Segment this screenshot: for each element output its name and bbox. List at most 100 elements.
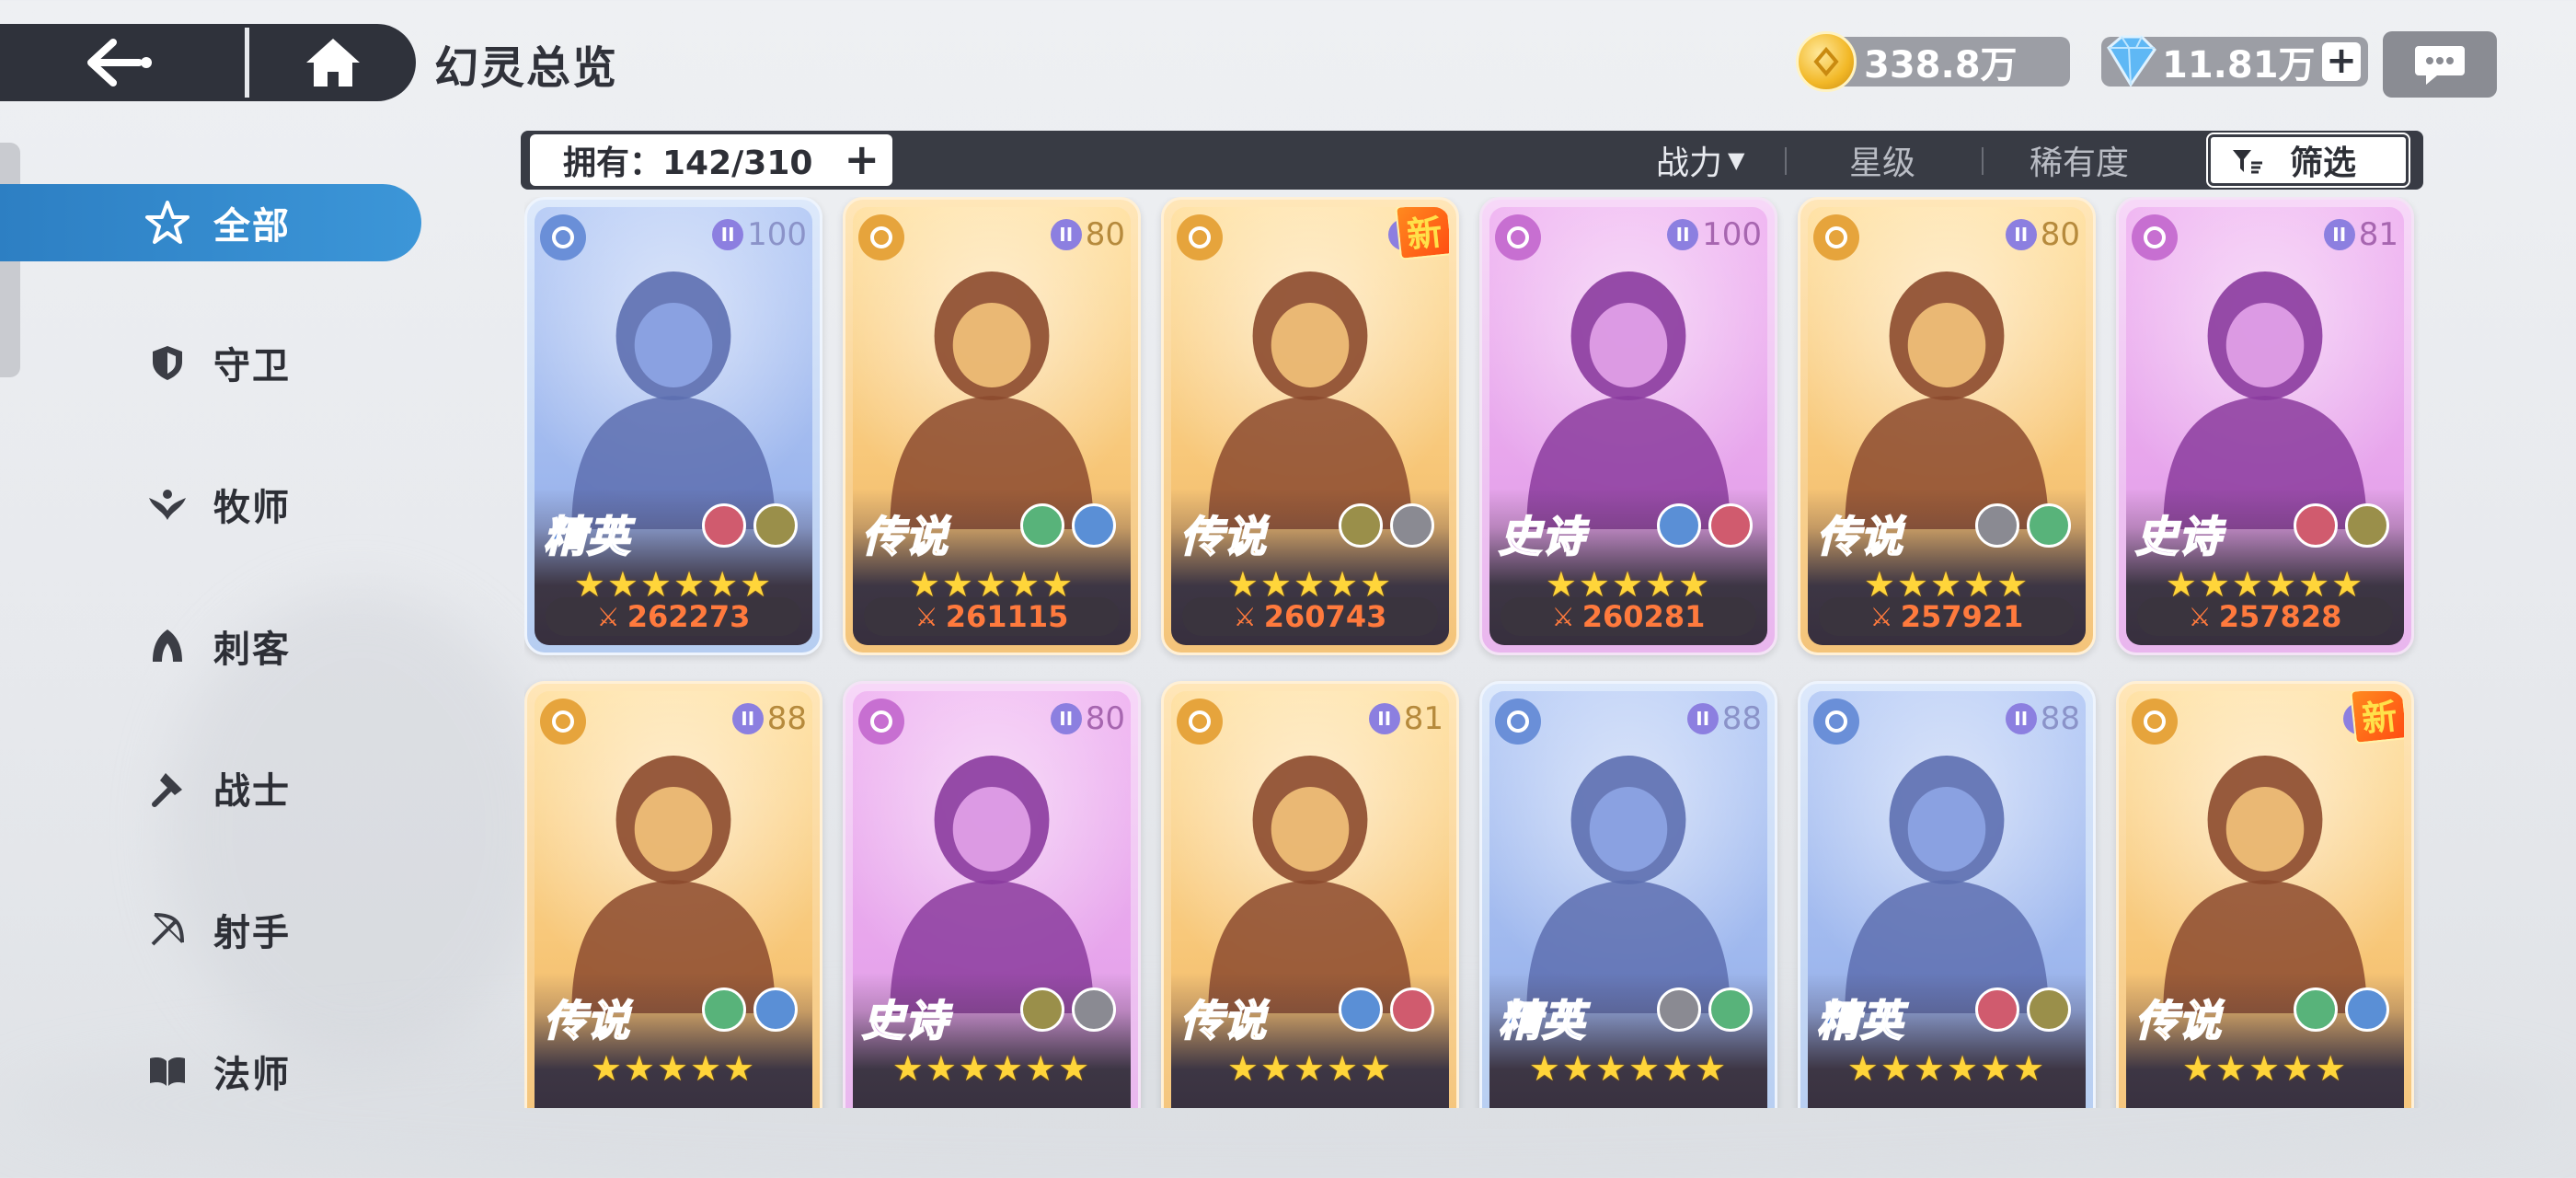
star-rating: ★★★★★ xyxy=(2181,1048,2349,1089)
sidebar-item-assassin[interactable]: 刺客 xyxy=(0,607,421,685)
element-icon xyxy=(1657,503,1701,548)
sidebar-item-mage[interactable]: 法师 xyxy=(0,1033,421,1110)
expand-capacity-button[interactable]: + xyxy=(844,136,880,182)
warrior-axe-icon xyxy=(144,764,191,812)
element-icon xyxy=(1975,503,2019,548)
level-icon: II xyxy=(712,219,744,250)
hero-level: II 100 xyxy=(1667,216,1762,253)
hero-level: II 100 xyxy=(712,216,807,253)
back-button[interactable] xyxy=(0,24,245,101)
hero-card[interactable]: II 81 传说 ★★★★★ xyxy=(1161,681,1459,1108)
hero-card[interactable]: II 8 新 传说 ★★★★★ ⚔260743 xyxy=(1161,197,1459,655)
hero-level: II 81 xyxy=(2323,216,2398,253)
combat-power-value: 262273 xyxy=(627,599,751,634)
sort-by-rarity[interactable]: 稀有度 xyxy=(2030,138,2129,182)
element-icon xyxy=(2294,987,2338,1032)
hero-card-frame: II 88 传说 ★★★★★ xyxy=(535,691,812,1108)
level-icon: II xyxy=(2005,219,2037,250)
hero-level-value: 88 xyxy=(1721,700,1762,737)
hero-level: II 88 xyxy=(2005,700,2080,737)
sidebar-item-priest[interactable]: 牧师 xyxy=(0,466,421,543)
bow-icon xyxy=(144,906,191,953)
hero-card[interactable]: II 80 史诗 ★★★★★★ xyxy=(843,681,1141,1108)
spellbook-icon xyxy=(1495,214,1541,260)
sidebar-item-warrior[interactable]: 战士 xyxy=(0,749,421,826)
gold-value: 338.8万 xyxy=(1864,44,2018,87)
rarity-label: 传说 xyxy=(543,995,630,1046)
owned-counter[interactable]: 拥有：142/310 + xyxy=(530,134,892,186)
combat-power: ⚔ 257828 xyxy=(2137,597,2393,636)
hero-card-frame: II 100 史诗 ★★★★★ ⚔ 260281 xyxy=(1489,207,1767,645)
hero-card-frame: II 8 新 传说 ★★★★★ ⚔260743 xyxy=(1171,207,1449,645)
level-icon: II xyxy=(2005,703,2037,734)
hero-card[interactable]: II 88 传说 ★★★★★ xyxy=(524,681,822,1108)
hero-card[interactable]: II 80 传说 ★★★★★ ⚔ 261115 xyxy=(843,197,1141,655)
hero-card[interactable]: II 88 精英 ★★★★★★ xyxy=(1798,681,2096,1108)
sidebar-item-label: 射手 xyxy=(213,912,291,954)
spellbook-icon xyxy=(540,214,586,260)
all-star-icon xyxy=(144,199,191,247)
sort-by-star[interactable]: 星级 xyxy=(1849,138,1915,182)
gold-currency: 338.8万 xyxy=(1796,31,2070,92)
rarity-label: 传说 xyxy=(2134,995,2222,1046)
star-rating: ★★★★★★ xyxy=(891,1048,1092,1089)
hero-level: II 80 xyxy=(1050,216,1125,253)
star-rating: ★★★★★ xyxy=(590,1048,757,1089)
rarity-label: 精英 xyxy=(1498,995,1585,1046)
shield-icon xyxy=(858,699,904,745)
sort-by-power[interactable]: 战力 ▼ xyxy=(1656,138,1744,182)
filter-button[interactable]: 筛选 xyxy=(2206,133,2410,188)
crossed-swords-icon: ⚔ xyxy=(596,601,620,632)
priest-wings-icon xyxy=(144,480,191,528)
priest-wings-icon xyxy=(1177,214,1223,260)
sidebar-item-archer[interactable]: 射手 xyxy=(0,891,421,968)
sidebar-item-guard[interactable]: 守卫 xyxy=(0,324,421,401)
hero-card[interactable]: II 100 精英 ★★★★★★ ⚔ 262273 xyxy=(524,197,822,655)
level-icon: II xyxy=(1368,703,1400,734)
element-icon xyxy=(1708,987,1753,1032)
chat-button[interactable] xyxy=(2383,31,2497,98)
shield-icon xyxy=(858,214,904,260)
sort-star-label: 星级 xyxy=(1849,144,1916,182)
element-icon xyxy=(1020,503,1064,548)
back-arrow-icon xyxy=(87,39,152,87)
gem-currency: 11.81万 + xyxy=(2101,35,2368,87)
add-gems-button[interactable]: + xyxy=(2322,42,2361,81)
hero-card[interactable]: II 81 史诗 ★★★★★★ ⚔ 257828 xyxy=(2116,197,2414,655)
bow-icon xyxy=(1813,699,1859,745)
sidebar-item-label: 守卫 xyxy=(213,345,291,387)
combat-power: ⚔ 262273 xyxy=(546,597,801,636)
sidebar-item-label: 全部 xyxy=(213,205,291,248)
rarity-label: 史诗 xyxy=(861,995,949,1046)
combat-power: ⚔ 257921 xyxy=(1819,597,2075,636)
hero-level-value: 88 xyxy=(766,700,807,737)
rarity-label: 史诗 xyxy=(1498,511,1585,562)
rarity-label: 精英 xyxy=(1816,995,1903,1046)
sort-power-label: 战力 xyxy=(1656,144,1723,182)
sidebar-item-all[interactable]: 全部 xyxy=(0,184,421,261)
hero-card-frame: II 81 史诗 ★★★★★★ ⚔ 257828 xyxy=(2126,207,2404,645)
level-icon: II xyxy=(1050,219,1082,250)
hero-level-value: 100 xyxy=(747,216,807,253)
rarity-label: 传说 xyxy=(1179,995,1267,1046)
level-icon: II xyxy=(1686,703,1719,734)
home-button[interactable] xyxy=(249,24,416,101)
level-icon: II xyxy=(731,703,764,734)
new-badge: 新 xyxy=(2350,691,2404,745)
filter-icon xyxy=(2233,150,2262,174)
owned-count-text: 拥有：142/310 xyxy=(563,144,813,182)
element-icon xyxy=(1072,503,1116,548)
new-badge: 新 xyxy=(1395,207,1449,260)
gem-icon xyxy=(2107,35,2156,87)
element-icon xyxy=(1390,987,1434,1032)
element-icon xyxy=(702,987,746,1032)
rarity-label: 史诗 xyxy=(2134,511,2222,562)
hero-card[interactable]: II 80 传说 ★★★★★ ⚔ 257921 xyxy=(1798,197,2096,655)
hero-card[interactable]: II 100 史诗 ★★★★★ ⚔ 260281 xyxy=(1479,197,1777,655)
hero-card[interactable]: II 8 新 传说 ★★★★★ xyxy=(2116,681,2414,1108)
rarity-label: 传说 xyxy=(861,511,949,562)
hero-card-frame: II 8 新 传说 ★★★★★ xyxy=(2126,691,2404,1108)
hero-card[interactable]: II 88 精英 ★★★★★★ xyxy=(1479,681,1777,1108)
bow-icon xyxy=(1495,699,1541,745)
crossed-swords-icon: ⚔ xyxy=(1869,601,1893,632)
